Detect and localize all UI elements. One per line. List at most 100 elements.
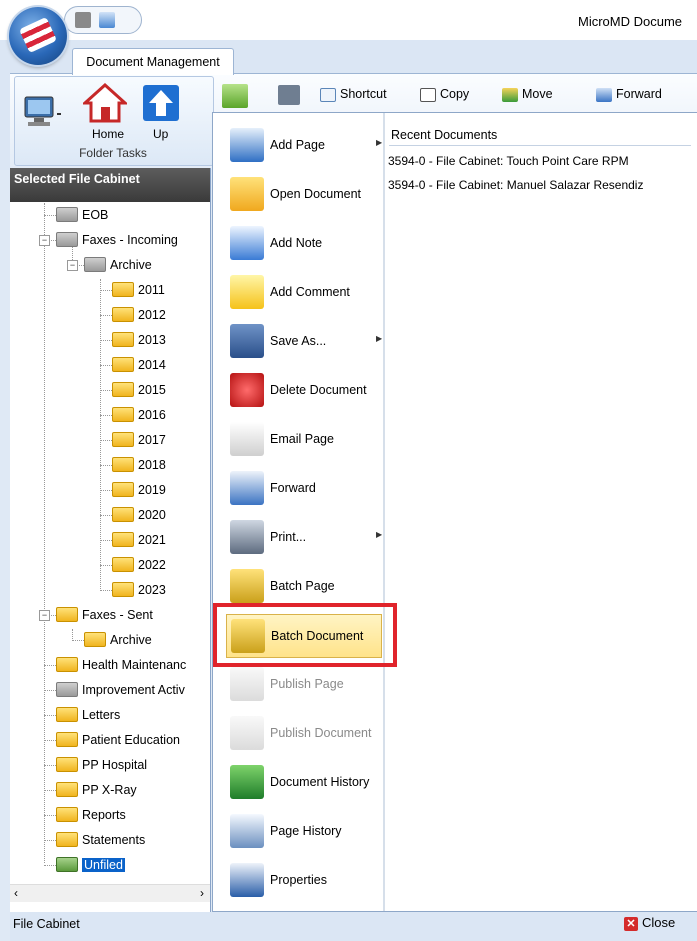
menu-item-forward[interactable]: Forward: [226, 467, 382, 511]
tree-node[interactable]: Reports: [56, 804, 126, 826]
tree-node[interactable]: PP X-Ray: [56, 779, 137, 801]
tree-node[interactable]: EOB: [56, 204, 108, 226]
tree-node[interactable]: Patient Education: [56, 729, 180, 751]
menu-item-document-history[interactable]: Document History: [226, 761, 382, 805]
tree-node[interactable]: 2018: [112, 454, 166, 476]
tree-node-label: 2017: [138, 433, 166, 447]
print-button[interactable]: [278, 84, 304, 105]
forward-button[interactable]: Forward: [596, 84, 662, 104]
menu-item-label: Open Document: [270, 187, 362, 201]
folder-icon: [112, 582, 134, 598]
menu-item-add-page[interactable]: Add Page ▶: [226, 124, 382, 168]
scroll-left-icon[interactable]: ‹: [14, 886, 18, 900]
tree-node[interactable]: 2016: [112, 404, 166, 426]
forward-icon: [230, 471, 264, 505]
menu-item-label: Add Note: [270, 236, 323, 250]
tree-node[interactable]: 2011: [112, 279, 165, 301]
tree-node[interactable]: Health Maintenanc: [56, 654, 186, 676]
tree-node-label: Reports: [82, 808, 126, 822]
highlight-box: [213, 603, 397, 667]
folder-icon: [56, 757, 78, 773]
tree-node[interactable]: 2017: [112, 429, 166, 451]
document-icon[interactable]: [99, 12, 115, 28]
collapse-toggle-icon[interactable]: −: [67, 260, 78, 271]
copy-button[interactable]: Copy: [420, 84, 469, 104]
horizontal-scrollbar[interactable]: ‹ ›: [10, 884, 210, 902]
menu-item-print[interactable]: Print... ▶: [226, 516, 382, 560]
tree-node[interactable]: 2020: [112, 504, 166, 526]
menu-item-delete-document[interactable]: Delete Document: [226, 369, 382, 413]
tree-node[interactable]: Faxes - Incoming: [56, 229, 178, 251]
tree-node[interactable]: Archive: [84, 629, 152, 651]
tree-node[interactable]: Faxes - Sent: [56, 604, 153, 626]
collapse-toggle-icon[interactable]: −: [39, 235, 50, 246]
tree-node-label: PP X-Ray: [82, 783, 137, 797]
folder-icon: [112, 482, 134, 498]
menu-item-publish-document: Publish Document: [226, 712, 382, 756]
application-menu-button[interactable]: [9, 7, 67, 65]
menu-item-label: Document History: [270, 775, 370, 789]
window-title: MicroMD Docume: [578, 14, 683, 29]
menu-item-add-note[interactable]: Add Note: [226, 222, 382, 266]
folder-icon: [56, 732, 78, 748]
folder-icon: [84, 632, 106, 648]
folder-icon: [56, 682, 78, 698]
scroll-right-icon[interactable]: ›: [200, 886, 204, 900]
menu-item-save-as[interactable]: Save As... ▶: [226, 320, 382, 364]
scanner-icon[interactable]: [75, 12, 91, 28]
shortcut-button[interactable]: Shortcut: [320, 84, 387, 104]
up-button[interactable]: Up: [141, 83, 185, 143]
tree-node[interactable]: Unfiled: [56, 854, 125, 876]
tree-node[interactable]: 2021: [112, 529, 166, 551]
menu-item-properties[interactable]: Properties: [226, 859, 382, 903]
menu-item-page-history[interactable]: Page History: [226, 810, 382, 854]
forward-label: Forward: [616, 87, 662, 101]
tree-node[interactable]: 2015: [112, 379, 166, 401]
tree-node[interactable]: Improvement Activ: [56, 679, 185, 701]
folder-icon: [56, 857, 78, 873]
tree-node-label: 2013: [138, 333, 166, 347]
tree-node[interactable]: 2023: [112, 579, 166, 601]
menu-item-publish-page: Publish Page: [226, 663, 382, 707]
tree-node[interactable]: PP Hospital: [56, 754, 147, 776]
menu-item-add-comment[interactable]: Add Comment: [226, 271, 382, 315]
tab-document-management[interactable]: Document Management: [72, 48, 234, 75]
move-button[interactable]: Move: [502, 84, 553, 104]
folder-icon: [56, 807, 78, 823]
tree-node[interactable]: Statements: [56, 829, 145, 851]
tree-node[interactable]: 2013: [112, 329, 166, 351]
menu-item-label: Publish Page: [270, 677, 344, 691]
recent-document-item[interactable]: 3594-0 - File Cabinet: Touch Point Care …: [388, 154, 629, 168]
tree-node[interactable]: 2012: [112, 304, 166, 326]
tree-node-label: 2011: [138, 283, 165, 297]
submenu-arrow-icon: ▶: [376, 334, 383, 343]
home-button[interactable]: Home: [81, 82, 133, 143]
menu-item-open-document[interactable]: Open Document: [226, 173, 382, 217]
close-button[interactable]: ✕ Close: [624, 914, 675, 932]
folder-icon: [112, 457, 134, 473]
menu-item-label: Page History: [270, 824, 342, 838]
folder-icon: [56, 607, 78, 623]
tree-node-label: 2015: [138, 383, 166, 397]
file-cabinet-footer[interactable]: File Cabinet: [10, 912, 210, 941]
tree-node[interactable]: 2022: [112, 554, 166, 576]
tree-node[interactable]: 2019: [112, 479, 166, 501]
menu-item-email-page[interactable]: Email Page: [226, 418, 382, 462]
email-icon: [230, 422, 264, 456]
save-icon: [230, 324, 264, 358]
tree-node[interactable]: Letters: [56, 704, 120, 726]
tree-node[interactable]: 2014: [112, 354, 166, 376]
folder-tree: EOB − Faxes - Incoming − Archive 2011 2012 2013…: [10, 203, 210, 883]
tree-node[interactable]: Archive: [84, 254, 152, 276]
tree-node-label: Patient Education: [82, 733, 180, 747]
add-page-icon: [230, 128, 264, 162]
tree-node-label: PP Hospital: [82, 758, 148, 772]
collapse-toggle-icon[interactable]: −: [39, 610, 50, 621]
delete-icon: [230, 373, 264, 407]
refresh-button[interactable]: [222, 84, 252, 108]
computer-button[interactable]: [23, 93, 61, 133]
tree-node-label: Unfiled: [82, 858, 125, 872]
shortcut-icon: [320, 87, 336, 102]
recent-document-item[interactable]: 3594-0 - File Cabinet: Manuel Salazar Re…: [388, 178, 643, 192]
close-label: Close: [642, 915, 676, 930]
